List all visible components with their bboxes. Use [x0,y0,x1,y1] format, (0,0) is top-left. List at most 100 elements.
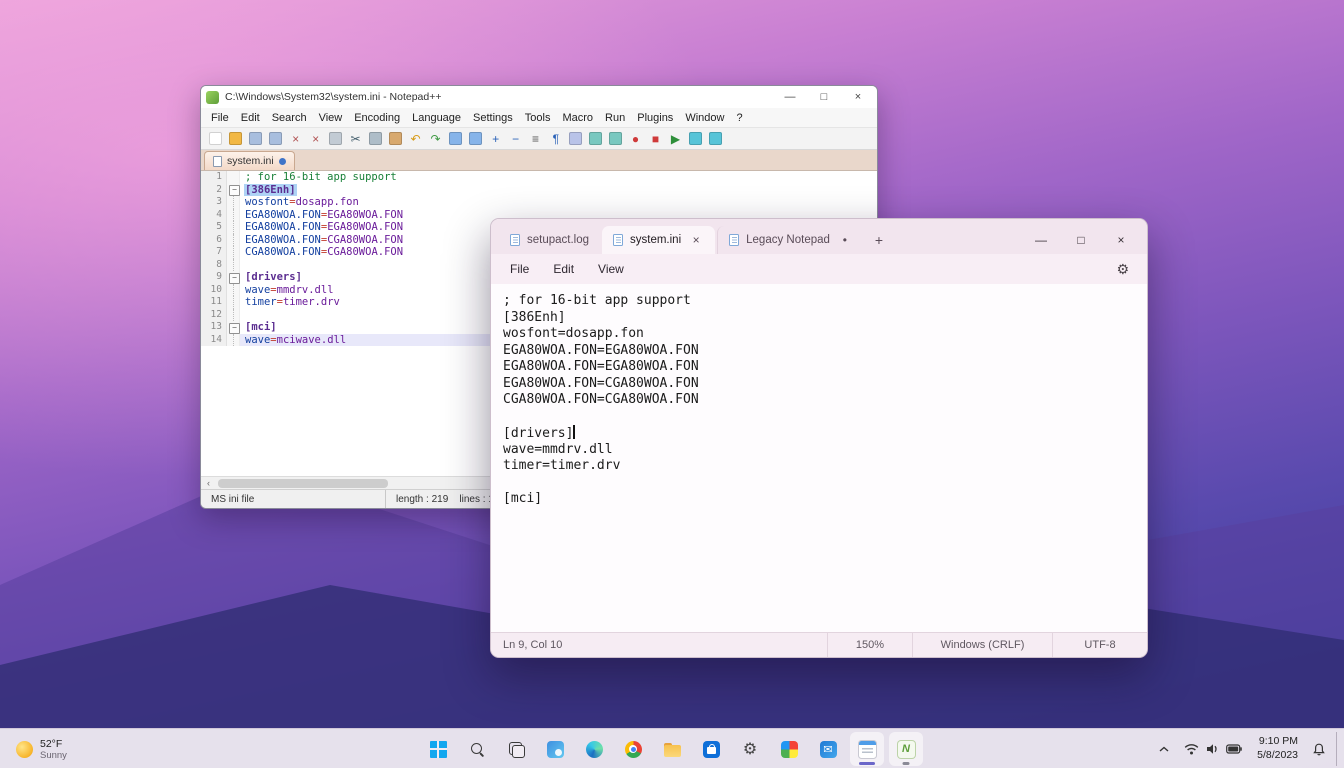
npp-menu-window[interactable]: Window [679,110,730,126]
close-tab-icon[interactable] [688,232,704,248]
line-ending-status[interactable]: Windows (CRLF) [912,633,1052,657]
replace-icon[interactable] [466,129,485,148]
fold-marker[interactable] [227,196,240,209]
indent-guide-icon[interactable] [566,129,585,148]
fold-marker[interactable] [227,334,240,347]
open-file-icon[interactable] [226,129,245,148]
npp-menu-macro[interactable]: Macro [556,110,599,126]
zoom-in-icon[interactable]: + [486,129,505,148]
fold-marker[interactable] [227,184,240,197]
cut-icon[interactable]: ✂ [346,129,365,148]
tab-setupact-log[interactable]: setupact.log [499,226,600,254]
np-menu-view[interactable]: View [587,258,635,280]
tab-system-ini[interactable]: system.ini [602,226,715,254]
npp-menu-encoding[interactable]: Encoding [348,110,406,126]
npp-menu-item[interactable]: ? [730,110,748,126]
close-button[interactable]: × [1101,225,1141,255]
taskbar-start[interactable] [421,732,455,766]
npp-menu-edit[interactable]: Edit [235,110,266,126]
paste-icon[interactable] [386,129,405,148]
taskbar-settings[interactable] [733,732,767,766]
redo-icon[interactable]: ↷ [426,129,445,148]
maximize-button[interactable]: □ [1061,225,1101,255]
taskbar-chrome[interactable] [616,732,650,766]
close-all-icon[interactable]: × [306,129,325,148]
doc-switcher-icon[interactable] [706,129,725,148]
close-button[interactable]: × [844,88,872,106]
tab-legacy-notepad[interactable]: Legacy Notepad [717,226,864,254]
new-file-icon[interactable] [206,129,225,148]
code-text: wave=mmdrv.dll [244,284,335,297]
tool-glyph [589,132,602,145]
encoding-status[interactable]: UTF-8 [1052,633,1147,657]
system-tray: 9:10 PM 5/8/2023 [1153,729,1340,768]
minimize-button[interactable]: — [1021,225,1061,255]
save-all-icon[interactable] [266,129,285,148]
notifications-button[interactable] [1307,734,1331,764]
doc-map-icon[interactable] [586,129,605,148]
hidden-icons-button[interactable] [1153,734,1175,764]
taskbar-clock[interactable]: 9:10 PM 5/8/2023 [1251,735,1304,762]
npp-menu-settings[interactable]: Settings [467,110,519,126]
settings-gear-icon[interactable]: ⚙ [1106,261,1139,278]
fold-marker[interactable] [227,309,240,322]
npp-menu-file[interactable]: File [205,110,235,126]
print-icon[interactable] [326,129,345,148]
monitor-tail-icon[interactable] [686,129,705,148]
taskbar-search[interactable] [460,732,494,766]
notepadpp-titlebar[interactable]: C:\Windows\System32\system.ini - Notepad… [201,86,877,108]
quick-settings-button[interactable] [1178,734,1248,764]
stop-macro-icon[interactable]: ■ [646,129,665,148]
text-line [503,475,1147,492]
taskbar-notepad[interactable] [850,732,884,766]
weather-widget[interactable]: 52°F Sunny [6,732,77,766]
npp-tab-system-ini[interactable]: system.ini [204,151,295,170]
undo-icon[interactable]: ↶ [406,129,425,148]
npp-menu-language[interactable]: Language [406,110,467,126]
record-macro-icon[interactable]: ● [626,129,645,148]
close-file-icon[interactable]: × [286,129,305,148]
word-wrap-icon[interactable]: ≡ [526,129,545,148]
taskbar-task-view[interactable] [499,732,533,766]
np-menu-file[interactable]: File [499,258,540,280]
taskbar-mail[interactable] [811,732,845,766]
fold-marker[interactable] [227,221,240,234]
taskbar-edge[interactable] [577,732,611,766]
taskbar-photos[interactable] [772,732,806,766]
maximize-button[interactable]: □ [810,88,838,106]
save-icon[interactable] [246,129,265,148]
show-symbols-icon[interactable]: ¶ [546,129,565,148]
np-menu-edit[interactable]: Edit [542,258,585,280]
fold-marker[interactable] [227,271,240,284]
scrollbar-thumb[interactable] [218,479,388,488]
taskbar-widgets[interactable] [538,732,572,766]
fold-marker[interactable] [227,296,240,309]
scroll-left-icon[interactable]: ‹ [201,478,216,488]
add-tab-button[interactable]: + [866,227,892,253]
zoom-level-status[interactable]: 150% [827,633,912,657]
zoom-out-icon[interactable]: − [506,129,525,148]
close-tab-icon[interactable] [837,232,853,248]
fold-marker[interactable] [227,171,240,184]
taskbar-notepad-plus-plus[interactable] [889,732,923,766]
npp-menu-search[interactable]: Search [266,110,313,126]
copy-icon[interactable] [366,129,385,148]
npp-menu-view[interactable]: View [313,110,349,126]
show-desktop-button[interactable] [1336,732,1340,766]
fold-marker[interactable] [227,259,240,272]
find-icon[interactable] [446,129,465,148]
fold-marker[interactable] [227,246,240,259]
fold-marker[interactable] [227,234,240,247]
function-list-icon[interactable] [606,129,625,148]
npp-menu-plugins[interactable]: Plugins [631,110,679,126]
npp-menu-tools[interactable]: Tools [519,110,557,126]
fold-marker[interactable] [227,284,240,297]
fold-marker[interactable] [227,321,240,334]
minimize-button[interactable]: — [776,88,804,106]
npp-menu-run[interactable]: Run [599,110,631,126]
notepad-text-area[interactable]: ; for 16-bit app support[386Enh]wosfont=… [491,284,1147,632]
play-macro-icon[interactable]: ▶ [666,129,685,148]
taskbar-store[interactable] [694,732,728,766]
fold-marker[interactable] [227,209,240,222]
taskbar-file-explorer[interactable] [655,732,689,766]
